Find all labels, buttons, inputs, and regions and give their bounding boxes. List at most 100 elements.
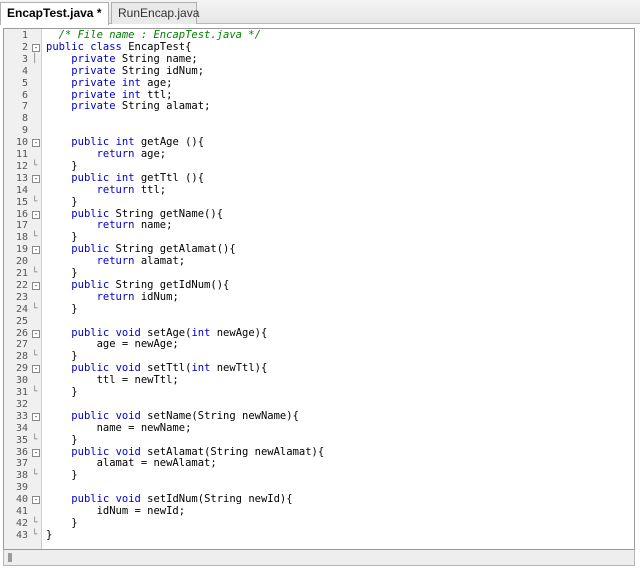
line-number: 21 <box>15 268 28 279</box>
horizontal-scrollbar[interactable] <box>3 550 635 566</box>
keyword-token: int <box>191 362 211 375</box>
keyword-token: return <box>96 255 135 268</box>
keyword-token: int <box>115 136 135 149</box>
keyword-token: int <box>191 326 211 339</box>
line-number: 37 <box>15 458 28 470</box>
keyword-token: public <box>71 136 110 149</box>
fold-guide-icon: └ <box>32 470 38 481</box>
line-number: 9 <box>21 125 28 137</box>
tab-encaptest-java[interactable]: EncapTest.java * <box>0 2 109 25</box>
keyword-token: return <box>96 290 135 303</box>
keyword-token: private <box>71 88 116 101</box>
code-line[interactable]: } <box>46 469 77 482</box>
code-line[interactable]: name = newName; <box>46 422 192 435</box>
keyword-token: private <box>71 76 116 89</box>
line-number-gutter: 1 2-3 │ 4 5 6 7 8 9 10-11 12 └ 13-14 15 └ 16-17 18 └ 19-20… <box>4 29 42 549</box>
line-number: 10 <box>15 137 28 149</box>
line-number: 11 <box>15 149 28 160</box>
line-number: 4 <box>21 65 28 77</box>
line-number: 1 <box>21 30 28 41</box>
line-number: 8 <box>21 113 28 125</box>
line-number: 35 <box>15 434 28 446</box>
line-number: 29 <box>15 363 28 375</box>
code-line[interactable]: private String alamat; <box>46 100 210 113</box>
fold-toggle-icon[interactable]: - <box>32 329 40 338</box>
line-number: 7 <box>21 101 28 113</box>
keyword-token: return <box>96 219 135 232</box>
fold-guide-icon: └ <box>32 529 38 540</box>
code-line[interactable]: } <box>46 529 52 542</box>
line-number: 3 <box>21 53 28 65</box>
code-editor[interactable]: 1 2-3 │ 4 5 6 7 8 9 10-11 12 └ 13-14 15 └ 16-17 18 └ 19-20… <box>3 28 635 550</box>
code-line[interactable]: } <box>46 517 77 530</box>
line-number: 26 <box>15 327 28 339</box>
code-line[interactable]: return ttl; <box>46 183 167 197</box>
code-line[interactable]: } <box>46 386 77 399</box>
keyword-token: private <box>71 52 116 65</box>
scrollbar-thumb[interactable] <box>8 553 12 562</box>
keyword-token: public <box>71 445 110 458</box>
keyword-token: public <box>71 326 110 339</box>
keyword-token: class <box>90 40 122 53</box>
line-number: 27 <box>15 339 28 351</box>
line-number: 38 <box>15 470 28 482</box>
keyword-token: return <box>96 183 135 196</box>
code-line[interactable]: private String name; <box>46 52 197 66</box>
line-number: 33 <box>15 410 28 422</box>
line-number: 13 <box>15 172 28 184</box>
code-line[interactable]: public String getIdNum(){ <box>46 279 229 292</box>
line-number: 36 <box>15 446 28 458</box>
keyword-token: int <box>115 171 135 184</box>
keyword-token: public <box>71 171 110 184</box>
keyword-token: void <box>115 326 141 339</box>
line-number: 16 <box>15 208 28 220</box>
line-number: 17 <box>15 220 28 232</box>
code-line[interactable]: public void setName(String newName){ <box>46 409 299 423</box>
fold-guide-icon: └ <box>32 351 38 362</box>
keyword-token: void <box>115 362 141 375</box>
line-number: 15 <box>15 196 28 208</box>
line-number: 20 <box>15 256 28 268</box>
fold-toggle-icon[interactable]: - <box>32 139 40 148</box>
keyword-token: return <box>96 148 135 160</box>
keyword-token: public <box>71 493 110 506</box>
fold-guide-icon: └ <box>32 160 38 171</box>
fold-toggle-icon[interactable]: - <box>32 246 40 255</box>
line-number: 25 <box>15 315 28 327</box>
fold-guide-icon: └ <box>32 434 38 445</box>
line-number: 31 <box>15 387 28 398</box>
fold-guide-icon: └ <box>32 517 38 528</box>
fold-toggle-icon[interactable]: - <box>32 412 40 421</box>
line-number: 43 <box>15 529 28 541</box>
fold-toggle-icon[interactable]: - <box>32 43 40 52</box>
line-number: 23 <box>15 291 28 303</box>
line-number: 41 <box>15 506 28 517</box>
fold-toggle-icon[interactable]: - <box>32 210 40 219</box>
fold-guide-icon: └ <box>32 387 38 397</box>
code-text-area[interactable]: /* File name : EncapTest.java */public c… <box>42 29 634 549</box>
fold-toggle-icon[interactable]: - <box>32 365 40 374</box>
line-number: 32 <box>15 398 28 410</box>
keyword-token: public <box>46 40 84 53</box>
line-number: 2 <box>21 41 28 53</box>
tab-runencap-java[interactable]: RunEncap.java <box>111 2 199 24</box>
fold-toggle-icon[interactable]: - <box>32 448 40 457</box>
line-number: 19 <box>15 244 28 256</box>
fold-guide-icon: └ <box>32 268 38 278</box>
fold-toggle-icon[interactable]: - <box>32 174 40 183</box>
code-line[interactable]: } <box>46 303 77 316</box>
line-number: 24 <box>15 303 28 315</box>
line-number: 6 <box>21 89 28 101</box>
code-line[interactable]: return idNum; <box>46 290 179 304</box>
keyword-token: private <box>71 64 116 77</box>
line-number: 42 <box>15 517 28 529</box>
keyword-token: void <box>115 409 141 422</box>
keyword-token: void <box>115 445 141 458</box>
line-number: 30 <box>15 375 28 387</box>
fold-toggle-icon[interactable]: - <box>32 281 40 290</box>
keyword-token: private <box>71 100 116 113</box>
fold-toggle-icon[interactable]: - <box>32 496 40 505</box>
keyword-token: public <box>71 207 110 220</box>
fold-guide-icon: └ <box>32 232 38 243</box>
code-line[interactable]: public class EncapTest{ <box>46 40 191 54</box>
